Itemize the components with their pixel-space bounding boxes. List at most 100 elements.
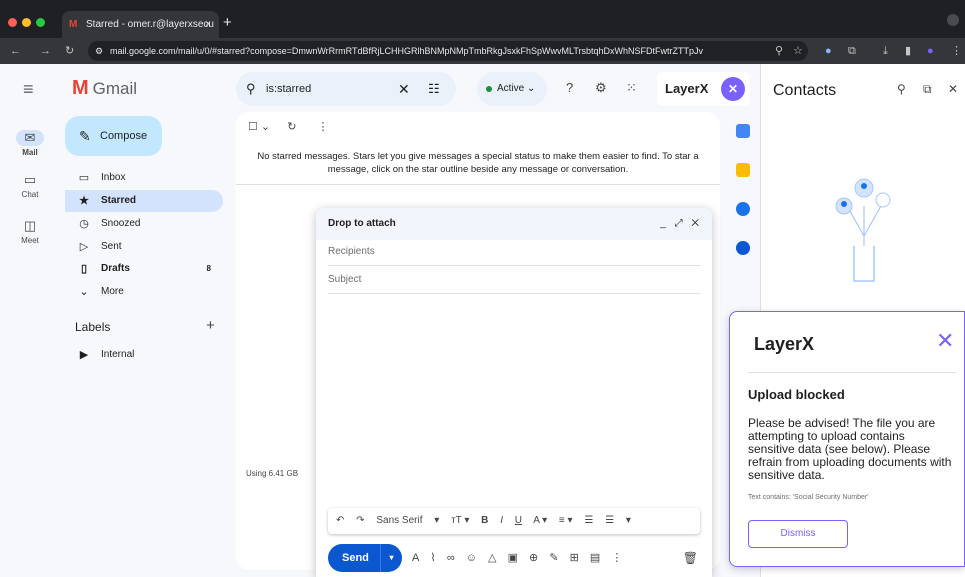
rail-meet[interactable]: ◫ Meet	[0, 218, 60, 245]
numbered-list-icon[interactable]: ☰	[584, 515, 593, 526]
browser-tab-bar: M Starred - omer.r@layerxsecu × +	[0, 0, 965, 38]
bookmark-star-icon[interactable]: ☆	[793, 38, 803, 64]
search-icon[interactable]: ⚲	[246, 72, 256, 106]
status-selector[interactable]: Active ⌄	[477, 72, 547, 106]
nav-item-more[interactable]: ⌄ More	[65, 281, 223, 303]
compose-button[interactable]: ✎ Compose	[65, 116, 162, 156]
link-icon[interactable]: ∞	[447, 552, 455, 564]
gmail-logo[interactable]: M Gmail	[72, 77, 137, 100]
zoom-icon[interactable]: ⚲	[775, 38, 783, 64]
select-checkbox[interactable]: ☐ ⌄	[248, 121, 270, 133]
tab-search-icon[interactable]	[947, 14, 959, 26]
recipients-field[interactable]: Recipients	[328, 238, 700, 266]
account-avatar[interactable]: ✕	[721, 77, 745, 101]
refresh-icon[interactable]: ↻	[287, 121, 296, 133]
layerx-account-badge[interactable]: LayerX ✕	[657, 72, 750, 106]
drive-icon[interactable]: △	[488, 552, 496, 564]
popup-message: Please be advised! The file you are atte…	[748, 416, 952, 482]
help-icon[interactable]: ?	[566, 80, 573, 95]
settings-gear-icon[interactable]: ⚙	[595, 80, 607, 96]
nav-item-drafts[interactable]: ▯ Drafts 8	[65, 258, 223, 280]
undo-icon[interactable]: ↶	[336, 515, 344, 526]
new-tab-button[interactable]: +	[223, 11, 232, 35]
lock-icon[interactable]: ⊕	[529, 552, 538, 564]
bulleted-list-icon[interactable]: ☰	[605, 515, 614, 526]
contacts-search-icon[interactable]: ⚲	[897, 82, 906, 96]
close-panel-icon[interactable]: ✕	[948, 82, 958, 96]
rail-mail[interactable]: ✉ Mail	[0, 130, 60, 157]
window-controls[interactable]: _ ⤢ ✕	[660, 208, 702, 240]
list-toolbar: ☐ ⌄ ↻ ⋮	[248, 120, 328, 133]
window-zoom-dot[interactable]	[36, 18, 45, 27]
italic-icon[interactable]: I	[500, 515, 503, 526]
close-popup-icon[interactable]: ✕	[936, 328, 954, 354]
pencil-icon: ✎	[79, 128, 91, 144]
more-formatting-icon[interactable]: ▾	[626, 515, 631, 526]
clear-search-icon[interactable]: ✕	[398, 72, 410, 106]
window-minimize-dot[interactable]	[22, 18, 31, 27]
download-icon[interactable]: ⤓	[883, 38, 888, 64]
nav-item-starred[interactable]: ★ Starred	[65, 190, 223, 212]
keep-icon[interactable]	[736, 163, 750, 177]
label-icon: ▶	[79, 349, 89, 361]
popup-divider	[748, 372, 956, 373]
gmail-favicon-icon: M	[69, 19, 78, 30]
browser-tab[interactable]: M Starred - omer.r@layerxsecu ×	[62, 11, 219, 38]
search-bar[interactable]: ⚲ is:starred ✕ ☷	[236, 72, 456, 106]
add-label-icon[interactable]: +	[206, 317, 215, 334]
open-new-window-icon[interactable]: ⧉	[923, 82, 932, 97]
font-select[interactable]: Sans Serif ▾	[376, 515, 439, 526]
calendar-icon[interactable]	[736, 124, 750, 138]
tab-close-icon[interactable]: ×	[205, 11, 211, 38]
extensions-puzzle-icon[interactable]: ⧉	[848, 38, 856, 64]
redo-icon[interactable]: ↷	[356, 515, 364, 526]
subject-field[interactable]: Subject	[328, 266, 700, 294]
send-button[interactable]: Send ▾	[328, 544, 402, 572]
tasks-icon[interactable]	[736, 202, 750, 216]
extension-icon[interactable]: ●	[825, 38, 832, 64]
schedule-icon[interactable]: ▤	[590, 552, 600, 564]
emoji-icon[interactable]: ☺	[466, 552, 477, 564]
nav-item-inbox[interactable]: ▭ Inbox	[65, 167, 223, 189]
back-icon[interactable]: ←	[10, 38, 21, 64]
nav-label: Sent	[101, 241, 122, 252]
discard-draft-icon[interactable]: 🗑	[683, 544, 698, 572]
forward-icon[interactable]: →	[40, 38, 51, 64]
window-close-dot[interactable]	[8, 18, 17, 27]
apps-grid-icon[interactable]: ⁙	[626, 80, 637, 96]
more-options-icon[interactable]: ⋮	[317, 121, 328, 133]
search-options-icon[interactable]: ☷	[428, 72, 440, 106]
more-icon[interactable]: ⋮	[611, 552, 622, 564]
nav-item-sent[interactable]: ▷ Sent	[65, 236, 223, 258]
site-settings-icon[interactable]: ⚙	[95, 41, 103, 61]
nav-item-snoozed[interactable]: ◷ Snoozed	[65, 213, 223, 235]
align-icon[interactable]: ≡ ▾	[559, 515, 573, 526]
contacts-icon[interactable]	[736, 241, 750, 255]
attach-icon[interactable]: ⌇	[430, 552, 435, 564]
mail-icon: ✉	[16, 130, 44, 146]
compose-header[interactable]: Drop to attach _ ⤢ ✕	[316, 208, 712, 240]
underline-icon[interactable]: U	[515, 515, 522, 526]
chevron-down-icon: ⌄	[79, 286, 89, 298]
reload-icon[interactable]: ↻	[65, 38, 74, 64]
bold-icon[interactable]: B	[481, 515, 488, 526]
layerx-extension-icon[interactable]: ●	[927, 38, 934, 64]
nav-label: Drafts	[101, 263, 130, 274]
side-panel-icon[interactable]: ▮	[905, 38, 911, 64]
search-input[interactable]: is:starred	[266, 83, 311, 95]
formatting-options-icon[interactable]: A	[412, 552, 419, 564]
dismiss-button[interactable]: Dismiss	[748, 520, 848, 548]
browser-menu-icon[interactable]: ⋮	[951, 38, 962, 64]
main-menu-icon[interactable]: ≡	[23, 79, 34, 100]
template-icon[interactable]: ⊞	[570, 552, 579, 564]
signature-icon[interactable]: ✎	[549, 552, 558, 564]
photo-icon[interactable]: ▣	[508, 552, 518, 564]
layerx-logo: LayerX	[754, 334, 815, 354]
rail-chat[interactable]: ▭ Chat	[0, 172, 60, 199]
text-color-icon[interactable]: A ▾	[533, 515, 547, 526]
font-size-icon[interactable]: тT ▾	[451, 515, 469, 526]
label-item-internal[interactable]: ▶ Internal	[65, 344, 223, 366]
send-options-icon[interactable]: ▾	[380, 544, 402, 572]
address-bar[interactable]: ⚙ mail.google.com/mail/u/0/#starred?comp…	[88, 41, 808, 61]
url-text: mail.google.com/mail/u/0/#starred?compos…	[110, 46, 704, 56]
